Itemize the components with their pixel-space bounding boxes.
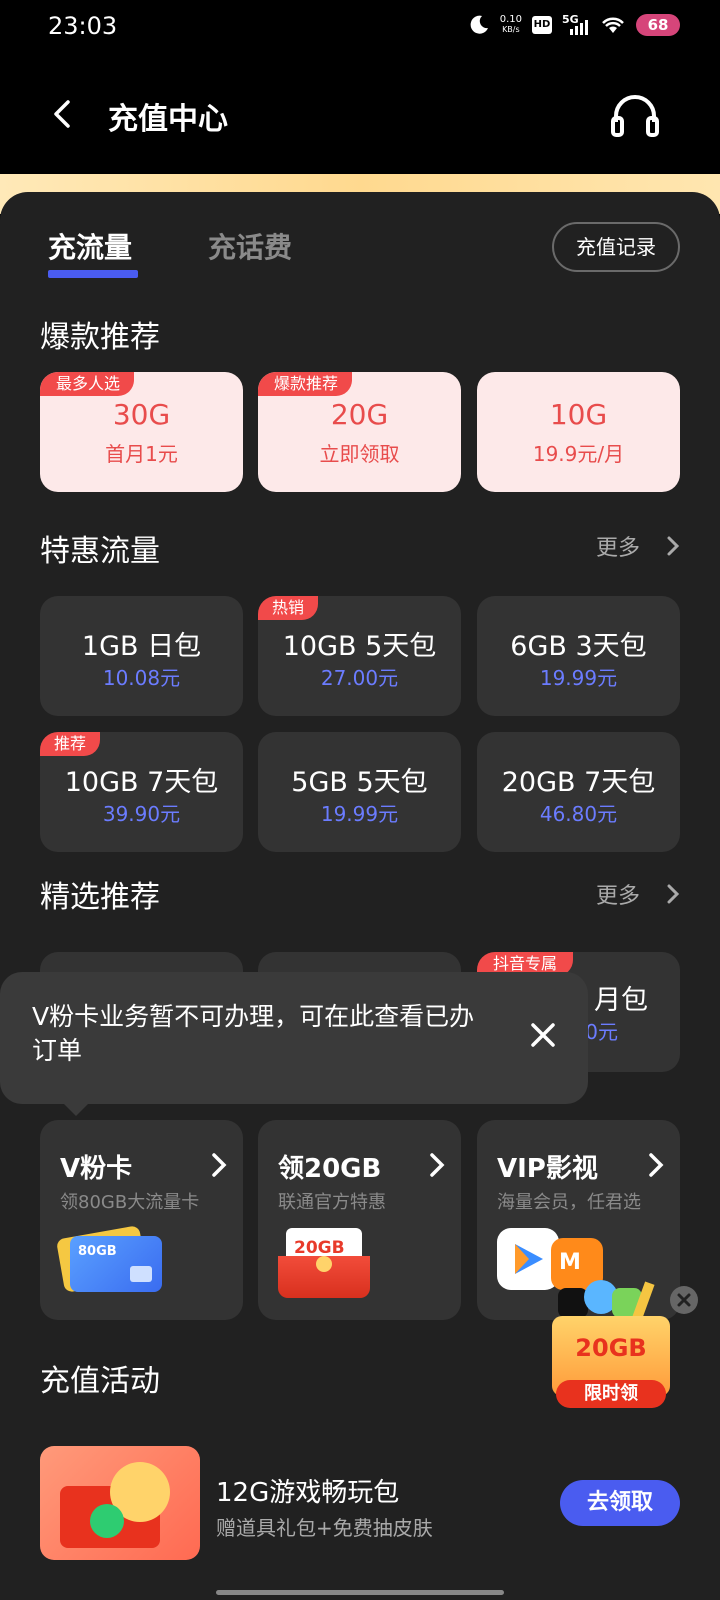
net-speed-unit: KB/s — [502, 25, 520, 34]
hot-card-badge: 爆款推荐 — [258, 372, 353, 396]
game-pack-image — [40, 1446, 200, 1560]
plan-price: 19.99元 — [539, 666, 618, 690]
hot-card-price: 19.9元/月 — [532, 442, 625, 466]
status-time: 23:03 — [48, 12, 118, 40]
floating-promo[interactable]: 20GB 限时领 — [548, 1280, 688, 1436]
envelope-label: 20GB — [294, 1238, 345, 1258]
close-icon — [677, 1293, 691, 1307]
plan-price: 10.08元 — [102, 666, 181, 690]
selected-section-title: 精选推荐 — [40, 880, 160, 915]
plan-card[interactable]: 热销 10GB 5天包 27.00元 — [258, 596, 461, 716]
promo-label: 限时领 — [556, 1380, 666, 1408]
wifi-icon — [602, 17, 624, 33]
chevron-right-icon — [667, 884, 680, 904]
close-icon[interactable] — [528, 1020, 558, 1050]
moon-icon — [470, 15, 488, 34]
hot-card[interactable]: 最多人选 30G 首月1元 — [40, 372, 243, 492]
hd-icon: HD — [532, 16, 552, 34]
status-bar: 23:03 0.10 KB/s HD 5G 68 — [0, 0, 720, 56]
feature-card-20gb[interactable]: 领20GB 联通官方特惠 20GB — [258, 1120, 461, 1320]
chevron-right-icon — [212, 1153, 227, 1177]
plan-name: 20GB 7天包 — [501, 767, 656, 798]
activity-section-title: 充值活动 — [40, 1364, 160, 1399]
headset-icon[interactable] — [610, 92, 660, 138]
battery-icon: 68 — [636, 14, 680, 36]
app-header: 充值中心 — [0, 56, 720, 174]
tooltip-arrow — [62, 1102, 90, 1116]
hot-card[interactable]: 10G 19.9元/月 — [477, 372, 680, 492]
activity-subtitle: 赠道具礼包+免费抽皮肤 — [216, 1516, 433, 1540]
feature-title: 领20GB — [278, 1154, 382, 1184]
selected-card-name: 月包 — [594, 985, 648, 1016]
red-envelope-icon: 20GB — [278, 1228, 370, 1298]
hot-card-amount: 30G — [112, 398, 171, 431]
plan-price: 46.80元 — [539, 802, 618, 826]
tab-traffic[interactable]: 充流量 — [48, 226, 132, 266]
tab-phone-bill[interactable]: 充话费 — [208, 226, 292, 266]
status-icons: 0.10 KB/s HD 5G 68 — [468, 13, 680, 36]
net-speed: 0.10 KB/s — [500, 15, 522, 35]
hot-card-badge: 最多人选 — [40, 372, 135, 396]
plan-badge: 推荐 — [40, 732, 101, 756]
plan-card[interactable]: 5GB 5天包 19.99元 — [258, 732, 461, 852]
plan-name: 5GB 5天包 — [291, 767, 428, 798]
more-label: 更多 — [595, 536, 640, 561]
feature-subtitle: 联通官方特惠 — [278, 1192, 386, 1213]
activity-card[interactable]: 12G游戏畅玩包 赠道具礼包+免费抽皮肤 去领取 — [40, 1446, 680, 1560]
chevron-left-icon[interactable] — [44, 96, 80, 132]
plan-price: 39.90元 — [102, 802, 181, 826]
hot-card-price: 首月1元 — [105, 442, 178, 466]
home-indicator[interactable] — [216, 1590, 504, 1595]
tab-active-indicator — [48, 270, 138, 278]
plan-badge: 热销 — [258, 596, 319, 620]
plan-price: 27.00元 — [320, 666, 399, 690]
chevron-right-icon — [649, 1153, 664, 1177]
plan-card[interactable]: 1GB 日包 10.08元 — [40, 596, 243, 716]
page-title: 充值中心 — [108, 102, 228, 137]
play-icon — [515, 1244, 543, 1274]
plan-card[interactable]: 20GB 7天包 46.80元 — [477, 732, 680, 852]
claim-button[interactable]: 去领取 — [560, 1480, 680, 1526]
activity-title: 12G游戏畅玩包 — [216, 1478, 400, 1508]
sim-card-icon: 80GB — [55, 1225, 162, 1293]
plan-name: 1GB 日包 — [81, 631, 202, 662]
plan-card[interactable]: 6GB 3天包 19.99元 — [477, 596, 680, 716]
net-speed-value: 0.10 — [499, 14, 522, 25]
chevron-right-icon — [430, 1153, 445, 1177]
hot-card-amount: 20G — [330, 398, 389, 431]
hot-card-amount: 10G — [549, 398, 608, 431]
feature-title: V粉卡 — [60, 1154, 133, 1184]
discount-more-link[interactable]: 更多 — [596, 530, 680, 562]
hot-card-price: 立即领取 — [319, 442, 400, 466]
selected-card-price: 0元 — [585, 1020, 618, 1044]
promo-amount: 20GB — [575, 1334, 647, 1362]
plan-card[interactable]: 推荐 10GB 7天包 39.90元 — [40, 732, 243, 852]
tooltip: V粉卡业务暂不可办理，可在此查看已办订单 — [0, 972, 588, 1104]
signal-icon: 5G — [562, 13, 590, 35]
recharge-record-button[interactable]: 充值记录 — [552, 222, 680, 272]
tooltip-text: V粉卡业务暂不可办理，可在此查看已办订单 — [32, 1002, 475, 1065]
promo-close-button[interactable] — [670, 1286, 698, 1314]
discount-section-title: 特惠流量 — [40, 534, 160, 569]
sim-card-label: 80GB — [78, 1244, 117, 1259]
hot-section-title: 爆款推荐 — [40, 320, 160, 355]
feature-subtitle: 领80GB大流量卡 — [60, 1192, 200, 1213]
plan-name: 10GB 5天包 — [282, 631, 437, 662]
selected-more-link[interactable]: 更多 — [596, 878, 680, 910]
feature-card-vfan[interactable]: V粉卡 领80GB大流量卡 80GB — [40, 1120, 243, 1320]
plan-name: 6GB 3天包 — [510, 631, 647, 662]
plan-name: 10GB 7天包 — [64, 767, 219, 798]
chevron-right-icon — [667, 536, 680, 556]
hot-card[interactable]: 爆款推荐 20G 立即领取 — [258, 372, 461, 492]
feature-title: VIP影视 — [497, 1154, 598, 1184]
more-label: 更多 — [595, 884, 640, 909]
plan-price: 19.99元 — [320, 802, 399, 826]
mango-icon: M — [559, 1250, 581, 1275]
feature-subtitle: 海量会员，任君选 — [497, 1192, 641, 1213]
